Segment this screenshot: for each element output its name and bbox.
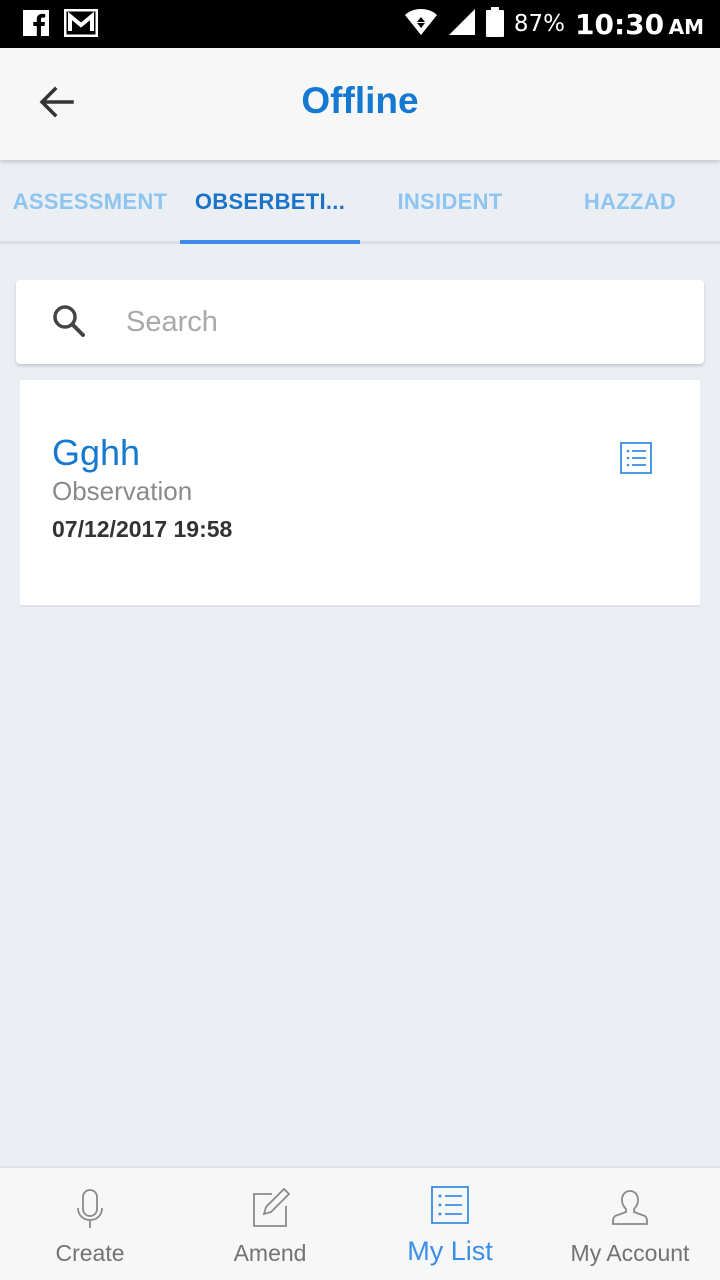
nav-amend[interactable]: Amend (180, 1168, 360, 1280)
battery-icon (485, 6, 504, 42)
tab-observation[interactable]: OBSERBETI... (180, 160, 360, 244)
signal-icon (448, 8, 476, 41)
clock-ampm: AM (668, 14, 704, 39)
nav-create-label: Create (55, 1240, 125, 1266)
page-title: Offline (301, 80, 419, 121)
nav-create[interactable]: Create (0, 1168, 180, 1280)
gmail-icon (63, 8, 99, 42)
list-icon (431, 1186, 469, 1230)
nav-amend-label: Amend (233, 1240, 307, 1266)
battery-percent: 87% (513, 11, 566, 37)
nav-my-list-label: My List (407, 1236, 493, 1266)
tab-hazard[interactable]: HAZZAD (540, 160, 720, 244)
bottom-navigation: Create Amend My List My Account (0, 1166, 720, 1280)
search-icon[interactable] (52, 304, 86, 343)
nav-my-account[interactable]: My Account (540, 1168, 720, 1280)
microphone-icon (75, 1188, 105, 1232)
tab-bar: ASSESSMENT OBSERBETI... INSIDENT HAZZAD (0, 160, 720, 244)
record-title: Gghh (52, 432, 141, 473)
record-type: Observation (52, 476, 193, 506)
nav-my-list[interactable]: My List (360, 1168, 540, 1280)
nav-my-account-label: My Account (570, 1240, 690, 1266)
list-item[interactable]: Gghh Observation 07/12/2017 19:58 (20, 380, 700, 607)
search-input[interactable] (126, 298, 666, 346)
active-tab-indicator (180, 240, 360, 244)
clock-time: 10:30 (575, 7, 665, 41)
tab-incident[interactable]: INSIDENT (360, 160, 540, 244)
search-bar (16, 280, 704, 364)
facebook-icon (22, 9, 50, 42)
tab-assessment[interactable]: ASSESSMENT (0, 160, 180, 244)
list-icon[interactable] (620, 442, 652, 479)
wifi-icon (404, 8, 438, 41)
status-bar: 87% 10:30 AM (0, 0, 720, 48)
app-bar: Offline (0, 48, 720, 160)
edit-icon (250, 1187, 291, 1232)
user-icon (612, 1188, 648, 1232)
record-datetime: 07/12/2017 19:58 (52, 516, 233, 542)
